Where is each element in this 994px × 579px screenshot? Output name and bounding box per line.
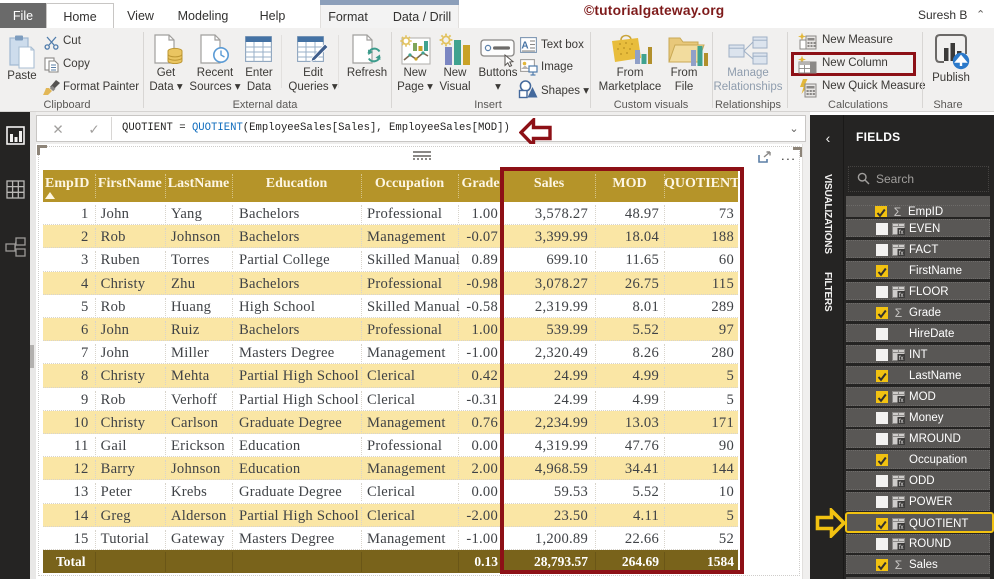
svg-text:fx: fx bbox=[899, 230, 904, 235]
svg-text:fx: fx bbox=[899, 525, 904, 530]
svg-text:fx: fx bbox=[899, 293, 904, 298]
svg-text:fx: fx bbox=[899, 356, 904, 361]
svg-text:A: A bbox=[521, 41, 528, 52]
svg-text:fx: fx bbox=[899, 482, 904, 487]
svg-text:fx: fx bbox=[899, 398, 904, 403]
svg-text:fx: fx bbox=[899, 440, 904, 445]
svg-text:fx: fx bbox=[899, 251, 904, 256]
svg-text:fx: fx bbox=[899, 545, 904, 550]
svg-text:fx: fx bbox=[899, 503, 904, 508]
svg-text:fx: fx bbox=[899, 419, 904, 424]
